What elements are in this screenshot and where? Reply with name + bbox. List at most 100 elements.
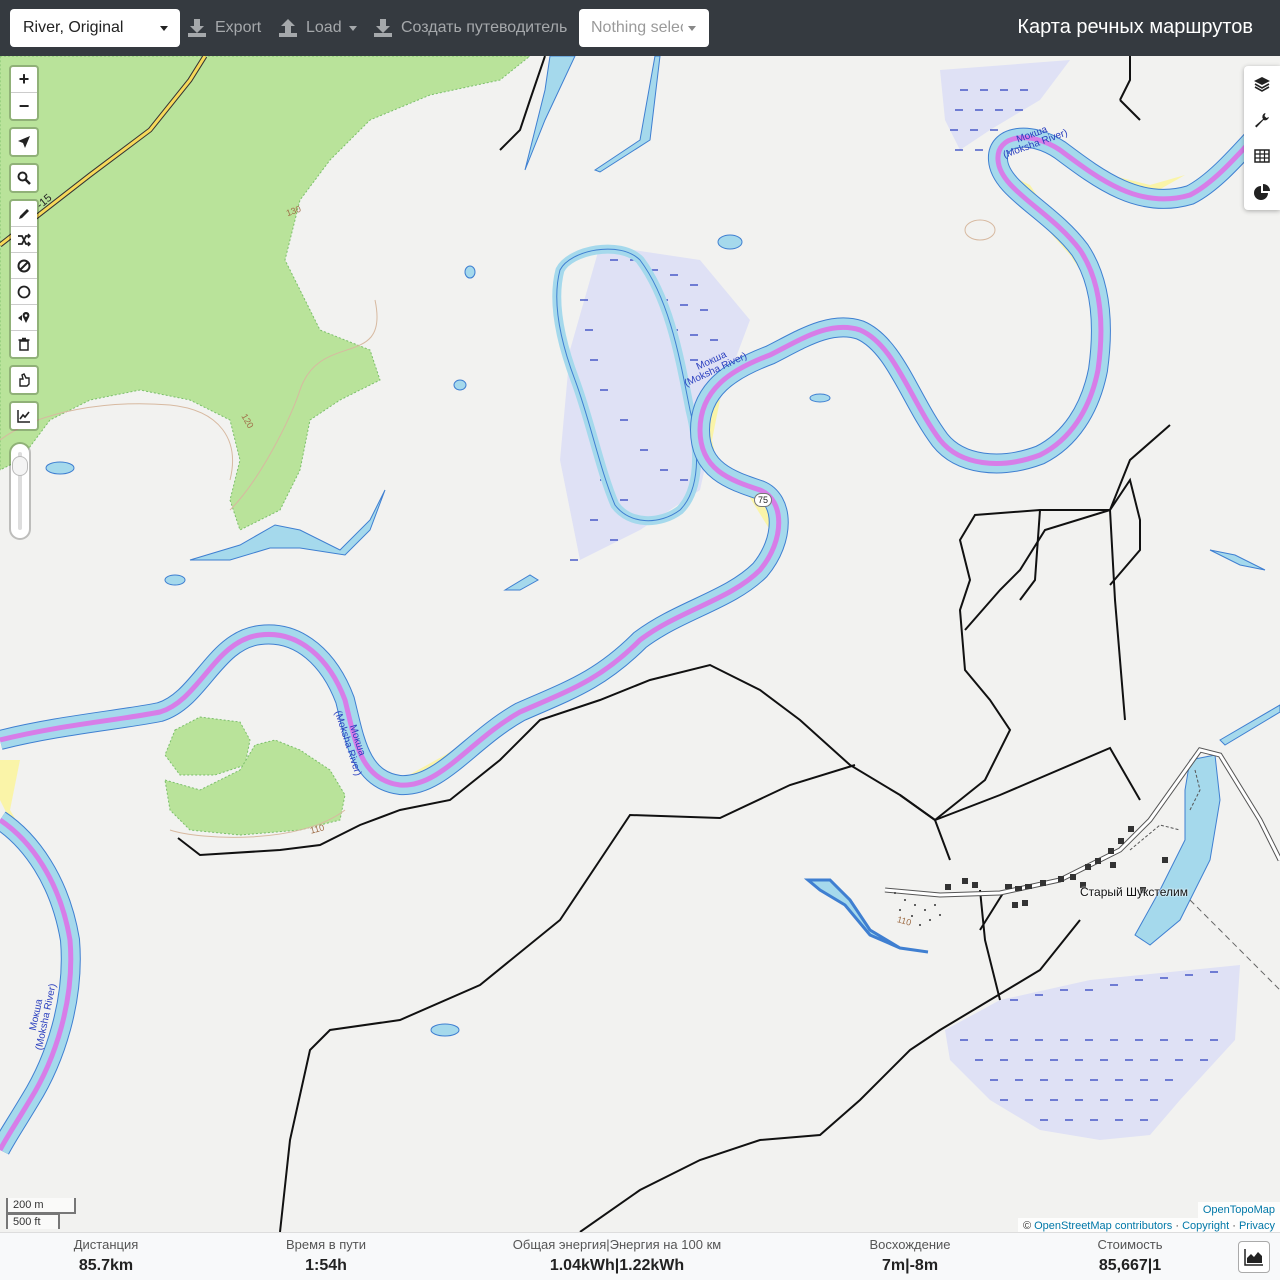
poi-button[interactable] bbox=[11, 305, 37, 331]
table-icon bbox=[1254, 149, 1270, 163]
app-title: Карта речных маршрутов bbox=[1017, 16, 1253, 38]
no-go-area-button[interactable] bbox=[11, 253, 37, 279]
wetland-area bbox=[945, 965, 1240, 1140]
chevron-down-icon bbox=[160, 26, 168, 31]
lake bbox=[524, 56, 576, 171]
no-go-icon bbox=[17, 259, 31, 272]
track bbox=[1119, 56, 1131, 101]
draw-icon bbox=[19, 208, 29, 219]
delete-icon bbox=[18, 337, 30, 351]
track bbox=[964, 509, 1111, 631]
village-label: Старый Шукстелим bbox=[1080, 885, 1189, 899]
layers-icon bbox=[1254, 77, 1270, 92]
zoom-in-icon: + bbox=[18, 69, 30, 89]
hand-icon bbox=[19, 373, 30, 387]
track bbox=[934, 509, 1126, 821]
elevation-icon bbox=[17, 410, 30, 423]
stat-value: 1:54 bbox=[305, 1257, 338, 1274]
settings-button[interactable] bbox=[1244, 102, 1280, 138]
chevron-down-icon bbox=[348, 25, 357, 31]
lake bbox=[809, 393, 831, 403]
profile-select-value: River, Original bbox=[23, 19, 124, 36]
profile-select[interactable]: River, Original bbox=[10, 9, 180, 47]
lake bbox=[189, 489, 386, 561]
poi-icon bbox=[18, 311, 30, 323]
osm-link[interactable]: OpenStreetMap contributors bbox=[1034, 1220, 1172, 1232]
locate-button[interactable] bbox=[11, 129, 37, 155]
zoom-in-button[interactable]: + bbox=[11, 67, 37, 93]
stat-cost: Стоимость 85,667|1 bbox=[1080, 1237, 1180, 1277]
stat-label: Стоимость bbox=[1097, 1237, 1163, 1252]
attribution-layer-link[interactable]: OpenTopoMap bbox=[1197, 1202, 1280, 1218]
wrench-icon bbox=[1255, 113, 1269, 128]
search-icon bbox=[17, 171, 31, 185]
lake bbox=[503, 574, 539, 591]
delete-route-button[interactable] bbox=[11, 331, 37, 357]
statistics-button[interactable] bbox=[1244, 174, 1280, 210]
create-guide-button[interactable]: Создать путеводитель bbox=[373, 14, 567, 42]
forest-area bbox=[0, 56, 531, 531]
copyright-link[interactable]: Copyright bbox=[1182, 1220, 1229, 1232]
track bbox=[279, 764, 856, 1232]
stat-label: Восхождение bbox=[869, 1237, 951, 1252]
load-label: Load bbox=[306, 19, 342, 36]
edit-control bbox=[9, 199, 39, 359]
attribution: © OpenStreetMap contributors · Copyright… bbox=[1017, 1218, 1280, 1232]
opacity-slider[interactable] bbox=[9, 442, 31, 540]
hand-control bbox=[9, 365, 39, 395]
elevation-button[interactable] bbox=[11, 403, 37, 429]
forest-area bbox=[164, 716, 251, 776]
area-chart-icon bbox=[1244, 1249, 1263, 1266]
scale-metric: 200 m bbox=[6, 1198, 76, 1214]
lake bbox=[464, 265, 476, 279]
stat-label: Дистанция bbox=[73, 1237, 139, 1252]
stat-distance: Дистанция 85.7km bbox=[56, 1237, 156, 1277]
upload-icon bbox=[279, 19, 297, 37]
lake bbox=[593, 56, 661, 173]
export-label: Export bbox=[215, 19, 262, 36]
chevron-down-icon bbox=[688, 26, 696, 31]
create-guide-label: Создать путеводитель bbox=[401, 19, 568, 36]
table-button[interactable] bbox=[1244, 138, 1280, 174]
zoom-out-icon: − bbox=[18, 95, 30, 116]
map-canvas[interactable] bbox=[0, 56, 1280, 1232]
stat-label: Общая энергия|Энергия на 100 км bbox=[512, 1237, 722, 1252]
hand-button[interactable] bbox=[11, 367, 37, 393]
map-view[interactable]: Р-15 130 120 110 110 Мокша (Moksha River)… bbox=[0, 56, 1280, 1232]
layers-button[interactable] bbox=[1244, 66, 1280, 102]
road-number-badge: 75 bbox=[754, 493, 772, 507]
locate-control bbox=[9, 127, 39, 157]
reverse-route-button[interactable] bbox=[11, 227, 37, 253]
pie-chart-icon bbox=[1254, 184, 1270, 200]
circle-icon bbox=[17, 285, 31, 298]
track bbox=[1119, 99, 1141, 121]
stat-value: 85.7 bbox=[78, 1257, 110, 1274]
right-toolbar bbox=[1244, 66, 1280, 210]
scale-imperial: 500 ft bbox=[6, 1213, 60, 1229]
selection-dropdown[interactable]: Nothing selected bbox=[579, 9, 709, 47]
download-icon bbox=[374, 19, 392, 37]
route-stats: Дистанция 85.7km Время в пути 1:54h Обща… bbox=[0, 1232, 1280, 1280]
elevation-control bbox=[9, 401, 39, 431]
track bbox=[899, 746, 1141, 822]
slider-handle[interactable] bbox=[12, 456, 28, 476]
lake bbox=[1219, 704, 1280, 746]
export-button[interactable]: Export bbox=[187, 14, 261, 42]
privacy-link[interactable]: Privacy bbox=[1239, 1220, 1275, 1232]
circle-tool-button[interactable] bbox=[11, 279, 37, 305]
reverse-icon bbox=[18, 232, 31, 247]
lake bbox=[1209, 549, 1266, 571]
zoom-out-button[interactable]: − bbox=[11, 93, 37, 119]
lake bbox=[45, 461, 75, 475]
lake bbox=[453, 379, 467, 391]
search-button[interactable] bbox=[11, 165, 37, 191]
load-button[interactable]: Load bbox=[278, 14, 357, 42]
village-road bbox=[884, 747, 1280, 898]
elevation-chart-button[interactable] bbox=[1238, 1241, 1270, 1273]
lake bbox=[717, 234, 743, 250]
draw-route-button[interactable] bbox=[11, 201, 37, 227]
locate-icon bbox=[18, 136, 30, 148]
selection-placeholder: Nothing selected bbox=[591, 19, 683, 36]
lake bbox=[164, 574, 186, 586]
download-icon bbox=[188, 19, 206, 37]
